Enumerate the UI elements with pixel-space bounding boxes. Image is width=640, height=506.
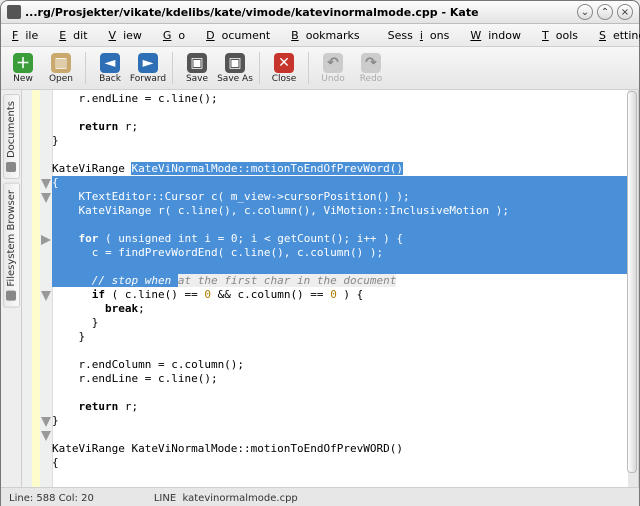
- gutter[interactable]: [22, 90, 53, 487]
- new-icon: ＋: [13, 53, 33, 73]
- window-title: ...rg/Prosjekter/vikate/kdelibs/kate/vim…: [25, 6, 573, 19]
- documents-tab[interactable]: Documents: [3, 94, 20, 179]
- documents-icon: [6, 162, 16, 172]
- forward-icon: ►: [138, 53, 158, 73]
- close-window-button[interactable]: ×: [617, 4, 633, 20]
- editor[interactable]: r.endLine = c.line(); return r;}KateViRa…: [22, 90, 639, 487]
- save-icon: ▣: [187, 53, 207, 73]
- menu-file[interactable]: File: [5, 27, 52, 44]
- filesystem-browser-tab[interactable]: Filesystem Browser: [3, 183, 20, 308]
- cursor-position: Line: 588 Col: 20: [9, 493, 94, 504]
- filename: katevinormalmode.cpp: [183, 493, 298, 504]
- open-button[interactable]: ▥Open: [43, 49, 79, 87]
- menu-settings[interactable]: Settings: [592, 27, 640, 44]
- fold-marker[interactable]: [41, 193, 51, 203]
- undo-button[interactable]: ↶Undo: [315, 49, 351, 87]
- menu-view[interactable]: View: [102, 27, 156, 44]
- app-icon: [7, 5, 21, 19]
- close-button[interactable]: ✕Close: [266, 49, 302, 87]
- code-area[interactable]: r.endLine = c.line(); return r;}KateViRa…: [52, 92, 628, 470]
- menu-tools[interactable]: Tools: [535, 27, 592, 44]
- undo-icon: ↶: [323, 53, 343, 73]
- new-button[interactable]: ＋New: [5, 49, 41, 87]
- maximize-button[interactable]: ⌃: [597, 4, 613, 20]
- open-icon: ▥: [51, 53, 71, 73]
- close-icon: ✕: [274, 53, 294, 73]
- fold-marker[interactable]: [41, 431, 51, 441]
- back-icon: ◄: [100, 53, 120, 73]
- scrollbar-thumb[interactable]: [627, 91, 637, 473]
- menu-edit[interactable]: Edit: [52, 27, 101, 44]
- save-as-button[interactable]: ▣Save As: [217, 49, 253, 87]
- redo-icon: ↷: [361, 53, 381, 73]
- menu-sessions[interactable]: Sessions: [374, 27, 464, 44]
- fold-marker[interactable]: [41, 179, 51, 189]
- menu-window[interactable]: Window: [463, 27, 535, 44]
- menu-bar: File Edit View Go Document Bookmarks Ses…: [1, 24, 639, 47]
- fold-marker[interactable]: [41, 417, 51, 427]
- save-button[interactable]: ▣Save: [179, 49, 215, 87]
- vertical-scrollbar[interactable]: [628, 90, 638, 487]
- folder-icon: [6, 291, 16, 301]
- fold-marker[interactable]: [41, 291, 51, 301]
- status-bar: Line: 588 Col: 20 LINE katevinormalmode.…: [1, 487, 639, 506]
- forward-button[interactable]: ►Forward: [130, 49, 166, 87]
- insert-mode: LINE: [154, 493, 176, 504]
- fold-marker[interactable]: [41, 235, 51, 245]
- menu-bookmarks[interactable]: Bookmarks: [284, 27, 373, 44]
- minimize-button[interactable]: ⌄: [577, 4, 593, 20]
- back-button[interactable]: ◄Back: [92, 49, 128, 87]
- menu-document[interactable]: Document: [199, 27, 284, 44]
- save-as-icon: ▣: [225, 53, 245, 73]
- menu-go[interactable]: Go: [156, 27, 199, 44]
- toolbar: ＋New ▥Open ◄Back ►Forward ▣Save ▣Save As…: [1, 47, 639, 90]
- redo-button[interactable]: ↷Redo: [353, 49, 389, 87]
